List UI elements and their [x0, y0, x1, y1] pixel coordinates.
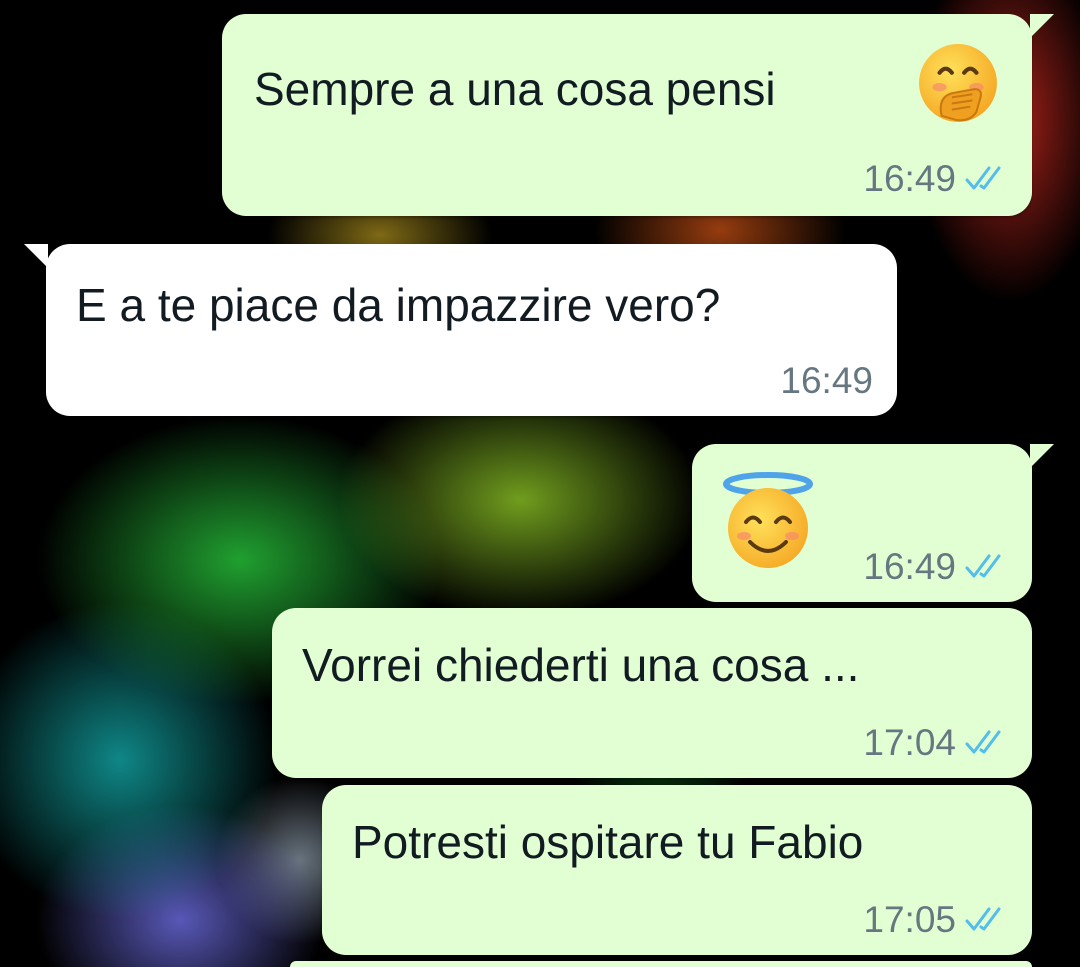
outgoing-message-bubble-partial[interactable]	[290, 961, 1032, 967]
smiling-face-with-halo-icon	[720, 472, 816, 570]
message-text: E a te piace da impazzire vero?	[76, 279, 721, 331]
read-double-check-icon	[965, 907, 1001, 930]
incoming-message-bubble[interactable]: E a te piace da impazzire vero? 16:49	[24, 244, 897, 416]
read-double-check-icon	[965, 730, 1001, 753]
outgoing-message-bubble[interactable]: 16:49	[692, 444, 1054, 602]
bubble-tail	[24, 244, 48, 268]
message-timestamp: 16:49	[863, 546, 956, 587]
message-text: Sempre a una cosa pensi	[254, 63, 776, 115]
message-timestamp: 17:04	[863, 722, 956, 763]
bubble-tail	[1030, 444, 1054, 468]
bubble-tail	[1030, 14, 1054, 38]
outgoing-message-bubble[interactable]: Vorrei chiederti una cosa ... 17:04	[272, 608, 1032, 778]
read-double-check-icon	[965, 166, 1001, 189]
message-meta: 17:04	[863, 724, 1006, 761]
outgoing-message-bubble[interactable]: Sempre a una cosa pensi 16:49	[222, 14, 1054, 216]
read-double-check-icon	[965, 554, 1001, 577]
message-timestamp: 16:49	[780, 360, 873, 401]
message-meta: 16:49	[780, 362, 873, 399]
message-timestamp: 16:49	[863, 158, 956, 199]
message-meta: 16:49	[863, 548, 1006, 585]
outgoing-message-bubble[interactable]: Potresti ospitare tu Fabio 17:05	[322, 785, 1032, 955]
message-meta: 16:49	[863, 160, 1006, 197]
face-with-hand-over-mouth-icon	[917, 42, 999, 124]
message-meta: 17:05	[863, 901, 1006, 938]
message-text: Potresti ospitare tu Fabio	[352, 816, 864, 868]
message-timestamp: 17:05	[863, 899, 956, 940]
message-text: Vorrei chiederti una cosa ...	[302, 639, 860, 691]
